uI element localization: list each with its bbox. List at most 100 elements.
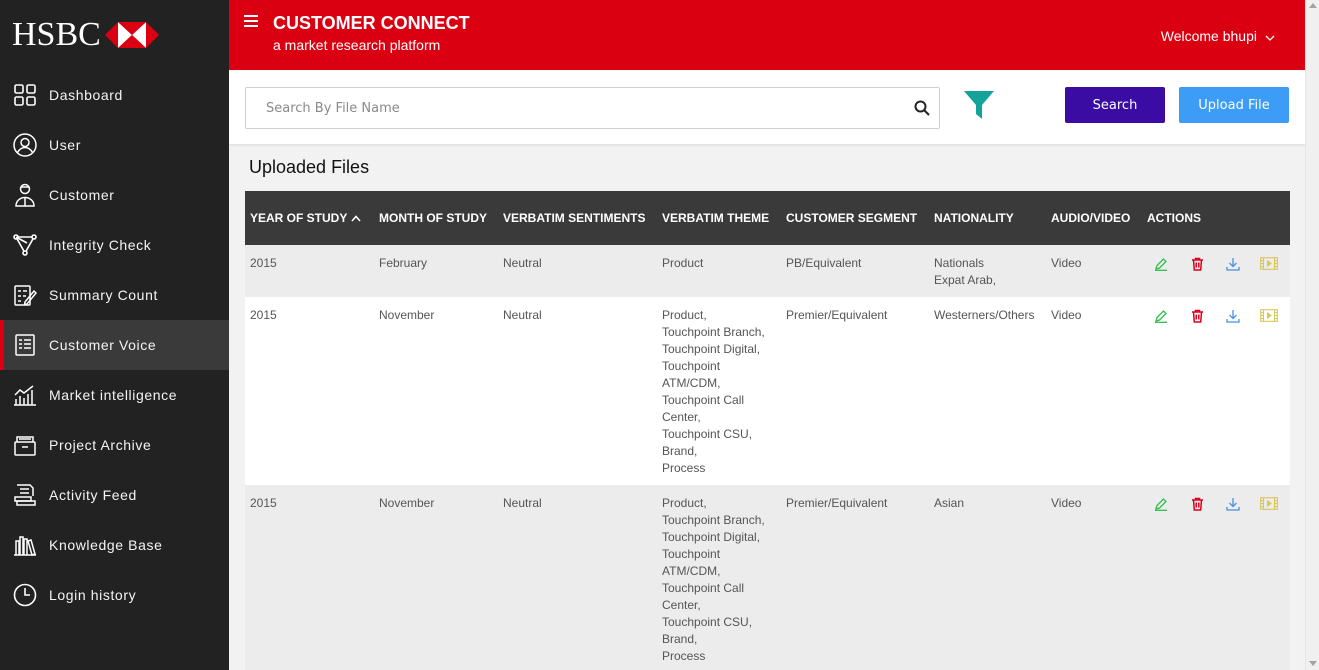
row-actions [1147, 307, 1285, 324]
search-button[interactable]: Search [1065, 87, 1165, 123]
cell-theme-line: Product, [662, 496, 707, 510]
cell-theme-line: Touchpoint [662, 359, 721, 373]
page-scrollbar[interactable] [1305, 0, 1319, 670]
search-input[interactable] [246, 88, 886, 128]
sidebar-item-knowledge-base[interactable]: Knowledge Base [0, 520, 229, 570]
column-header-sentiments[interactable]: VERBATIM SENTIMENTS [498, 191, 657, 245]
sidebar-item-summary-count[interactable]: Summary Count [0, 270, 229, 320]
sidebar-item-label: User [49, 137, 81, 153]
cell-theme-line: Product [662, 256, 704, 270]
archive-icon [12, 432, 38, 458]
uploaded-files-table: YEAR OF STUDY MONTH OF STUDY VERBATIM SE… [245, 191, 1290, 670]
cell-sentiment: Neutral [503, 496, 542, 510]
delete-icon[interactable] [1188, 495, 1206, 512]
cell-nationality-line: Expat Arab, [934, 273, 997, 287]
edit-icon[interactable] [1152, 307, 1170, 324]
hsbc-logo[interactable]: HSBC [0, 0, 229, 70]
page-title: Uploaded Files [249, 157, 370, 177]
integrity-icon [12, 232, 38, 258]
cell-nationality: Westerners/Others [929, 297, 1046, 485]
user-icon [12, 132, 38, 158]
scroll-down-arrow-icon[interactable] [1309, 661, 1317, 666]
video-icon[interactable] [1260, 495, 1278, 512]
upload-file-button[interactable]: Upload File [1179, 87, 1289, 123]
top-header: CUSTOMER CONNECT a market research platf… [229, 0, 1305, 70]
table-header-row: YEAR OF STUDY MONTH OF STUDY VERBATIM SE… [245, 191, 1290, 245]
sidebar-item-label: Project Archive [49, 437, 152, 453]
sort-ascending-icon[interactable] [351, 211, 361, 225]
cell-theme-line: Touchpoint Branch, [662, 325, 765, 339]
video-icon[interactable] [1260, 255, 1278, 272]
cell-year: 2015 [250, 256, 277, 270]
cell-media: Video [1051, 308, 1082, 322]
delete-icon[interactable] [1188, 255, 1206, 272]
cell-theme-line: Brand, [662, 444, 698, 458]
edit-icon[interactable] [1152, 255, 1170, 272]
chevron-down-icon [1265, 28, 1275, 44]
sidebar-item-activity-feed[interactable]: Activity Feed [0, 470, 229, 520]
delete-icon[interactable] [1188, 307, 1206, 324]
cell-year: 2015 [250, 496, 277, 510]
cell-theme-line: Touchpoint CSU, [662, 615, 753, 629]
column-header-month[interactable]: MONTH OF STUDY [374, 191, 498, 245]
column-header-theme[interactable]: VERBATIM THEME [657, 191, 781, 245]
activity-icon [12, 482, 38, 508]
app-subtitle: a market research platform [273, 37, 441, 53]
video-icon[interactable] [1260, 307, 1278, 324]
search-icon[interactable] [914, 100, 930, 121]
cell-segment: Premier/Equivalent [786, 496, 888, 510]
welcome-text: Welcome bhupi [1160, 28, 1257, 44]
column-header-label: YEAR OF STUDY [250, 211, 348, 225]
voice-icon [12, 332, 38, 358]
cell-media: Video [1051, 496, 1082, 510]
sidebar-item-label: Login history [49, 587, 137, 603]
cell-year: 2015 [250, 308, 277, 322]
download-icon[interactable] [1224, 255, 1242, 272]
cell-actions [1142, 485, 1290, 670]
dashboard-icon [12, 82, 38, 108]
cell-actions [1142, 245, 1290, 297]
sidebar-item-label: Integrity Check [49, 237, 152, 253]
cell-theme-line: Brand, [662, 632, 698, 646]
cell-theme-line: Process [662, 461, 706, 475]
column-header-media[interactable]: AUDIO/VIDEO [1046, 191, 1142, 245]
column-header-nationality[interactable]: NATIONALITY [929, 191, 1046, 245]
edit-icon[interactable] [1152, 495, 1170, 512]
sidebar-item-user[interactable]: User [0, 120, 229, 170]
table-row: 2015 November Neutral Product, Touchpoint Br… [245, 485, 1290, 670]
app-title: CUSTOMER CONNECT [273, 13, 470, 33]
cell-nationality: Asian [929, 485, 1046, 670]
cell-theme-line: ATM/CDM, [662, 564, 721, 578]
sidebar-item-integrity-check[interactable]: Integrity Check [0, 220, 229, 270]
column-header-actions: ACTIONS [1147, 211, 1201, 225]
column-header-segment[interactable]: CUSTOMER SEGMENT [781, 191, 929, 245]
cell-theme-line: Touchpoint Call [662, 393, 745, 407]
column-header-year[interactable]: YEAR OF STUDY [245, 191, 374, 245]
search-panel: Search Upload File [229, 70, 1305, 145]
filter-icon[interactable] [963, 89, 995, 126]
sidebar-item-dashboard[interactable]: Dashboard [0, 70, 229, 120]
clock-icon [12, 582, 38, 608]
hamburger-menu-icon[interactable] [244, 14, 258, 32]
sidebar-item-label: Market intelligence [49, 387, 178, 403]
cell-sentiment: Neutral [503, 256, 542, 270]
sidebar-item-login-history[interactable]: Login history [0, 570, 229, 620]
sidebar-item-customer[interactable]: Customer [0, 170, 229, 220]
download-icon[interactable] [1224, 307, 1242, 324]
user-menu[interactable]: Welcome bhupi [1161, 28, 1275, 44]
sidebar-item-project-archive[interactable]: Project Archive [0, 420, 229, 470]
download-icon[interactable] [1224, 495, 1242, 512]
table-row: 2015 November Neutral Product, Touchpoint Br… [245, 297, 1290, 485]
cell-segment: PB/Equivalent [786, 256, 862, 270]
table-body: 2015 February Neutral Product PB/Equivalent N… [245, 245, 1290, 670]
cell-month: February [379, 256, 428, 270]
cell-nationality-line: Asian [934, 496, 965, 510]
sidebar-item-label: Dashboard [49, 87, 123, 103]
knowledge-icon [12, 532, 38, 558]
sidebar-item-label: Summary Count [49, 287, 158, 303]
sidebar-item-label: Customer [49, 187, 115, 203]
sidebar-item-market-intelligence[interactable]: Market intelligence [0, 370, 229, 420]
cell-actions [1142, 297, 1290, 485]
scroll-up-arrow-icon[interactable] [1309, 3, 1317, 8]
sidebar-item-customer-voice[interactable]: Customer Voice [0, 320, 229, 370]
